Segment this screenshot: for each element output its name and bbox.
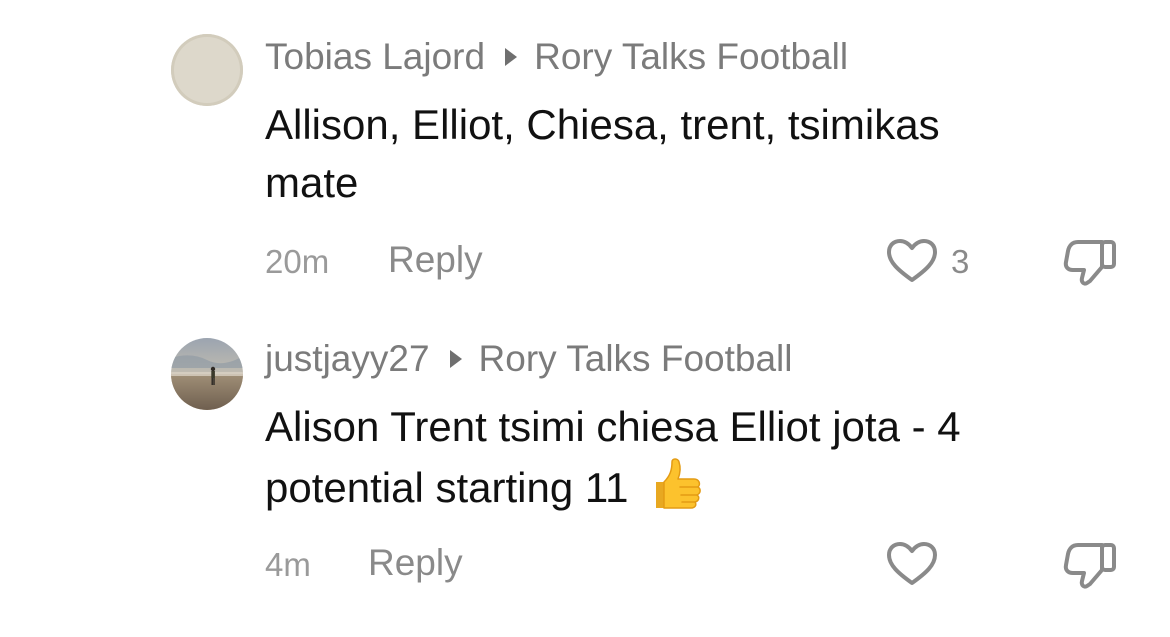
comment-item: Tobias Lajord Rory Talks Football Alliso… (0, 0, 1170, 300)
beach-photo-avatar (171, 338, 243, 410)
caret-right-icon (505, 48, 518, 66)
heart-icon[interactable] (886, 541, 938, 587)
avatar[interactable] (171, 338, 243, 410)
comment-timestamp: 4m (265, 546, 311, 583)
comment-text-line: Allison, Elliot, Chiesa, trent, tsimikas (265, 101, 940, 148)
comment-header: Tobias Lajord Rory Talks Football (265, 34, 848, 80)
reply-to-name[interactable]: Rory Talks Football (479, 338, 793, 380)
reply-button[interactable]: Reply (388, 239, 483, 281)
thumbs-down-icon[interactable] (1062, 539, 1118, 591)
comment-text: Alison Trent tsimi chiesa Elliot jota - … (265, 398, 1105, 517)
heart-icon[interactable] (886, 238, 938, 284)
heart-outline (887, 239, 937, 282)
author-name[interactable]: justjayy27 (265, 338, 430, 380)
comment-item: justjayy27 Rory Talks Football Alison Tr… (0, 300, 1170, 637)
thumbs-up-emoji-icon (656, 458, 702, 509)
caret-right-icon (449, 350, 462, 368)
comment-text-line: Alison Trent tsimi chiesa Elliot jota - … (265, 403, 961, 450)
like-count: 3 (951, 243, 970, 280)
avatar[interactable] (171, 34, 243, 106)
thumbs-down-icon[interactable] (1062, 236, 1118, 288)
comment-text-line-wrap: potential starting 11 (265, 456, 1105, 517)
reply-button[interactable]: Reply (368, 542, 463, 584)
comment-text-line: potential starting 11 (265, 464, 629, 511)
author-name[interactable]: Tobias Lajord (265, 36, 485, 78)
heart-outline (887, 542, 937, 585)
comment-header: justjayy27 Rory Talks Football (265, 336, 792, 382)
comment-text: Allison, Elliot, Chiesa, trent, tsimikas… (265, 96, 1105, 212)
comment-timestamp: 20m (265, 243, 330, 280)
reply-to-name[interactable]: Rory Talks Football (534, 36, 848, 78)
comment-text-line: mate (265, 159, 359, 206)
